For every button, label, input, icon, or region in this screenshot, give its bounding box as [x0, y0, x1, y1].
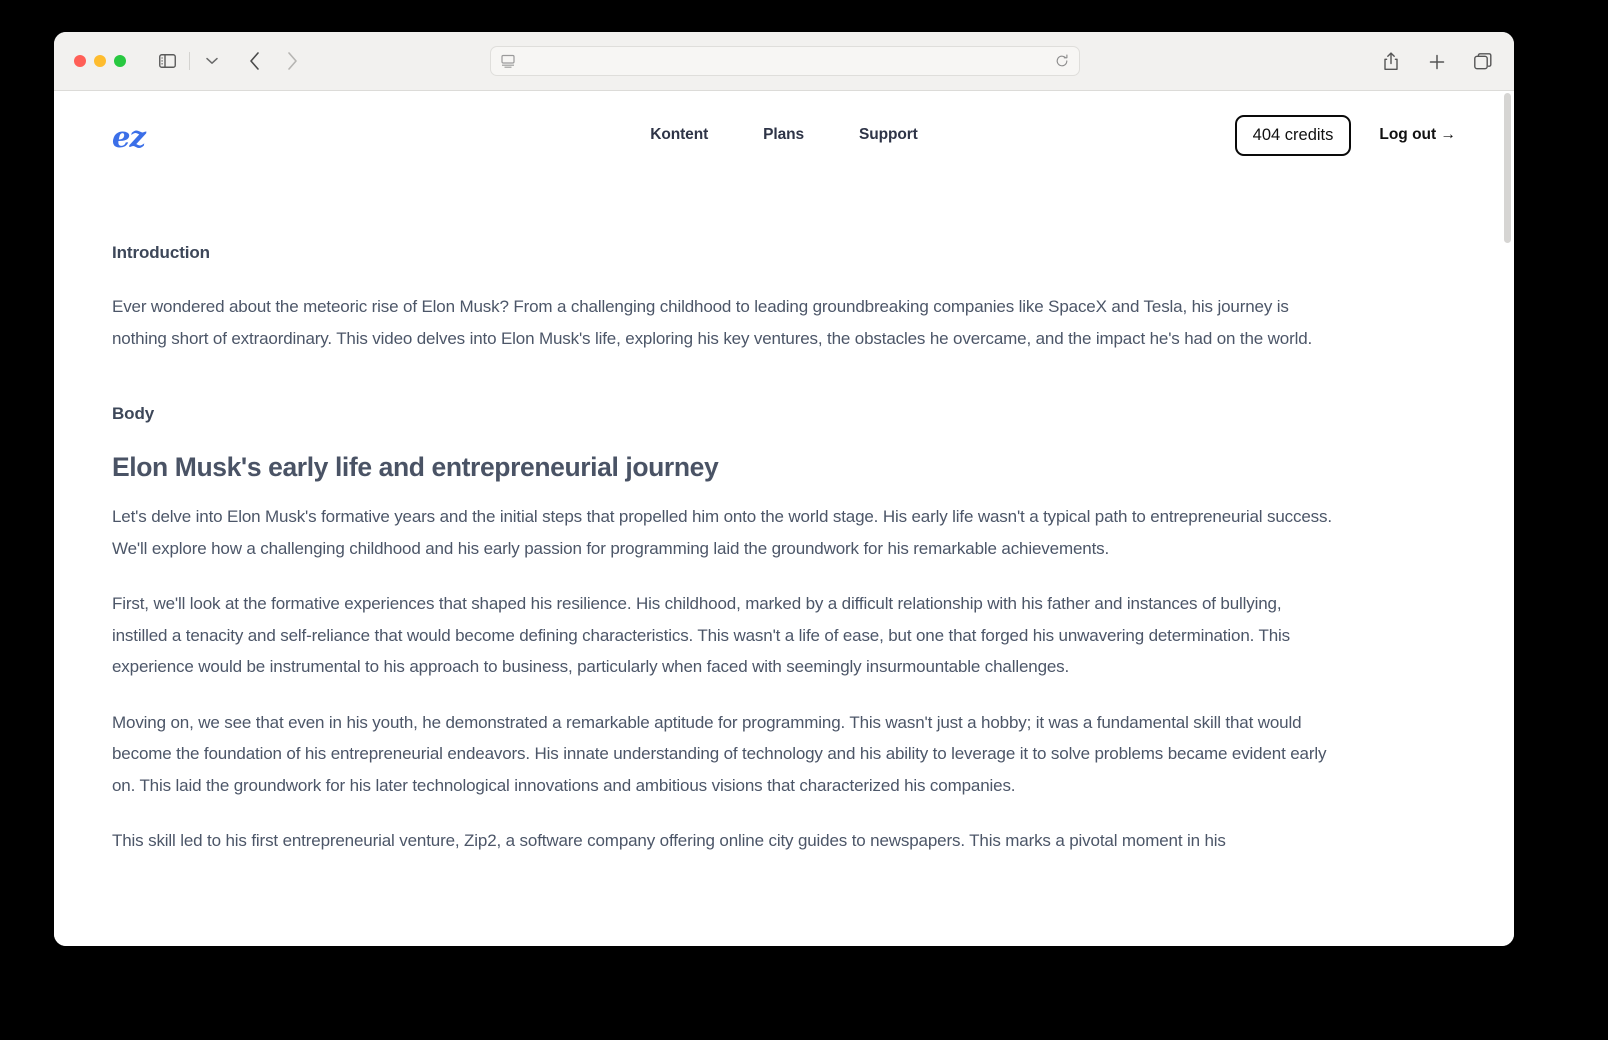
nav-item-support[interactable]: Support: [859, 126, 918, 144]
main-navigation: Kontent Plans Support: [650, 126, 918, 144]
introduction-heading: Introduction: [112, 243, 210, 262]
web-page-content: ez Kontent Plans Support 404 credits Log…: [54, 91, 1514, 946]
plus-icon: [1429, 54, 1445, 69]
window-controls: [74, 55, 126, 67]
site-header: ez Kontent Plans Support 404 credits Log…: [54, 91, 1514, 179]
address-bar[interactable]: [490, 46, 1080, 76]
chevron-right-icon: [287, 52, 297, 70]
tabs-overview-icon: [1474, 53, 1492, 70]
body-paragraph-3: Moving on, we see that even in his youth…: [112, 712, 1327, 795]
page-settings-icon: [501, 54, 515, 68]
sidebar-icon: [158, 54, 176, 68]
maximize-window-button[interactable]: [114, 55, 126, 67]
reader-view-icon[interactable]: [501, 54, 515, 68]
nav-item-plans[interactable]: Plans: [763, 126, 804, 144]
page-scrollbar-thumb[interactable]: [1504, 93, 1511, 243]
credits-badge[interactable]: 404 credits: [1234, 114, 1352, 156]
tabs-overview-button[interactable]: [1468, 47, 1498, 77]
toolbar-divider: [189, 52, 190, 70]
reload-icon: [1056, 54, 1068, 67]
new-tab-button[interactable]: [1422, 47, 1452, 77]
introduction-paragraph: Ever wondered about the meteoric rise of…: [112, 297, 1313, 348]
chevron-left-icon: [249, 52, 259, 70]
page-scrollbar[interactable]: [1504, 91, 1511, 946]
nav-item-kontent[interactable]: Kontent: [650, 126, 708, 144]
body-paragraph-1: Let's delve into Elon Musk's formative y…: [112, 507, 1332, 558]
share-icon: [1384, 52, 1398, 70]
body-paragraph-2: First, we'll look at the formative exper…: [112, 594, 1290, 676]
share-button[interactable]: [1376, 47, 1406, 77]
reload-button[interactable]: [1055, 54, 1069, 68]
body-paragraph-4: This skill led to his first entrepreneur…: [112, 831, 1226, 850]
browser-window: ez Kontent Plans Support 404 credits Log…: [54, 32, 1514, 946]
toolbar-right-group: [1376, 32, 1498, 91]
tab-group-menu-button[interactable]: [197, 46, 227, 76]
browser-toolbar: [54, 32, 1514, 91]
logout-link[interactable]: Log out →: [1379, 126, 1456, 144]
minimize-window-button[interactable]: [94, 55, 106, 67]
scrollbar-cap: [1504, 32, 1511, 35]
section-heading: Elon Musk's early life and entrepreneuri…: [112, 452, 719, 482]
toolbar-left-group: [152, 46, 307, 76]
close-window-button[interactable]: [74, 55, 86, 67]
body-heading: Body: [112, 404, 155, 423]
article-body: Introduction Ever wondered about the met…: [54, 179, 1454, 857]
site-logo[interactable]: ez: [112, 122, 146, 152]
sidebar-toggle-button[interactable]: [152, 46, 182, 76]
back-button[interactable]: [239, 46, 269, 76]
forward-button[interactable]: [277, 46, 307, 76]
chevron-down-icon: [206, 57, 218, 64]
header-actions: 404 credits Log out →: [1234, 114, 1456, 156]
